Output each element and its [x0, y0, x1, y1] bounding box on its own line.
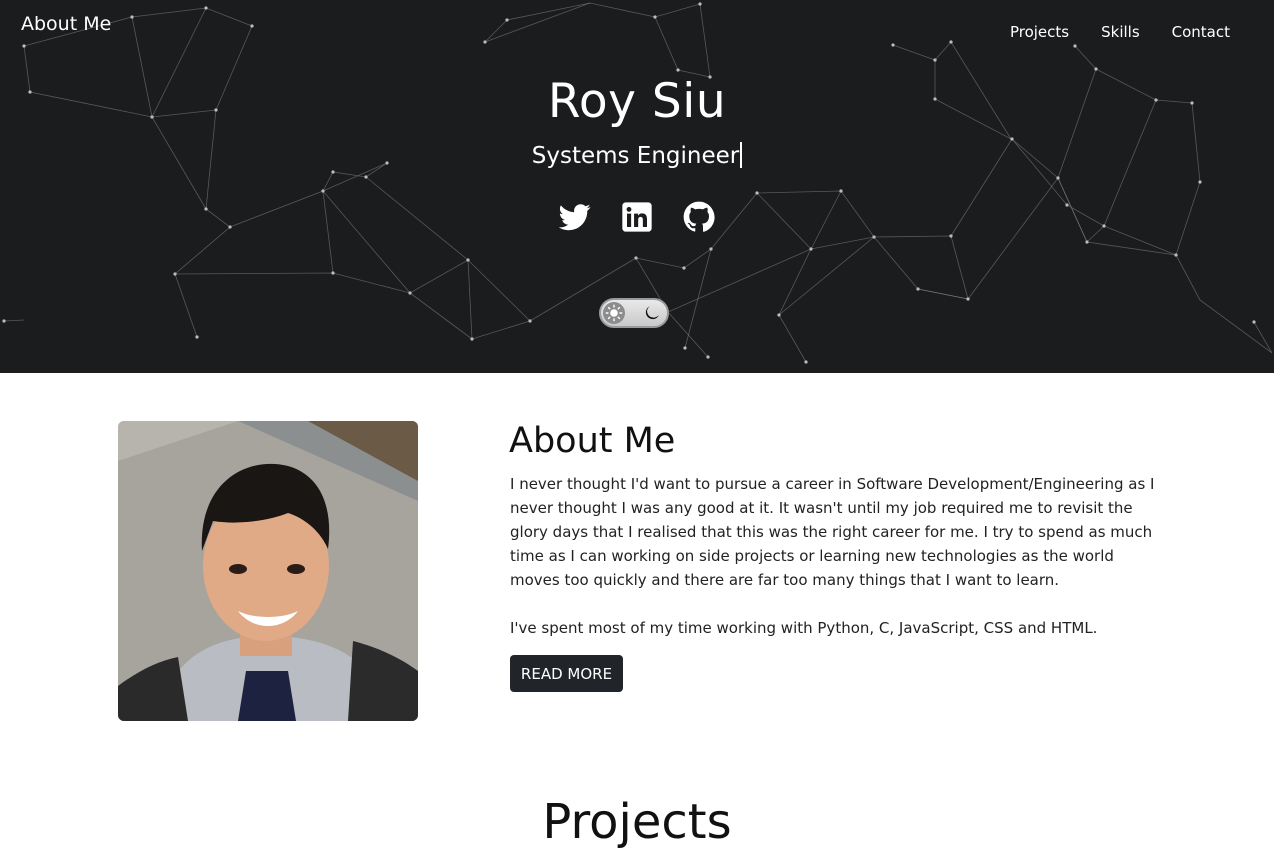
social-links — [0, 201, 1274, 233]
twitter-link[interactable] — [559, 201, 591, 233]
theme-toggle[interactable] — [599, 298, 669, 328]
about-text: I never thought I'd want to pursue a car… — [510, 472, 1155, 664]
brand-link[interactable]: About Me — [21, 13, 111, 35]
nav-link-projects[interactable]: Projects — [1010, 23, 1069, 41]
profile-photo — [118, 421, 418, 721]
hero-header: About Me Projects Skills Contact Roy Siu… — [0, 0, 1274, 373]
sun-icon — [605, 304, 623, 322]
github-icon — [683, 201, 715, 232]
top-nav: Projects Skills Contact — [1010, 23, 1230, 41]
hero-name: Roy Siu — [547, 74, 727, 129]
nav-link-skills[interactable]: Skills — [1101, 23, 1140, 41]
nav-link-contact[interactable]: Contact — [1172, 23, 1230, 41]
about-title: About Me — [509, 421, 676, 461]
linkedin-icon — [622, 202, 652, 232]
about-paragraph: I never thought I'd want to pursue a car… — [510, 475, 1155, 589]
read-more-button[interactable]: READ MORE — [510, 655, 623, 692]
profile-photo-image — [118, 421, 418, 721]
hero-role: Systems Engineer — [531, 143, 740, 169]
github-link[interactable] — [683, 201, 715, 233]
hero-role-line: Systems Engineer — [0, 142, 1274, 169]
twitter-icon — [559, 204, 591, 231]
linkedin-link[interactable] — [621, 201, 653, 233]
projects-title: Projects — [542, 794, 732, 850]
typing-caret — [740, 142, 743, 168]
moon-icon — [645, 306, 659, 320]
about-paragraph: I've spent most of my time working with … — [510, 619, 1098, 637]
